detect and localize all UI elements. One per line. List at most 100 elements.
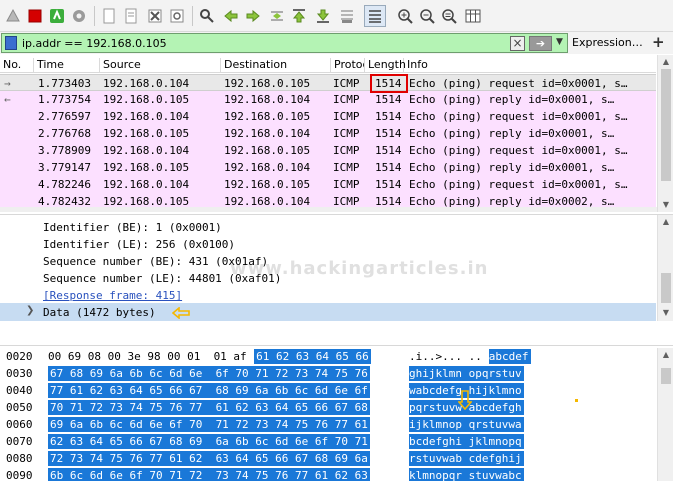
autoscroll-icon[interactable] — [338, 7, 356, 25]
find-icon[interactable] — [198, 7, 216, 25]
hex-bytes-highlighted[interactable]: 61 62 63 64 65 66 — [254, 349, 371, 364]
scrollbar-thumb[interactable] — [661, 273, 671, 303]
ascii-bytes-highlighted[interactable]: abcdef — [488, 349, 531, 364]
packet-row[interactable]: 3.779147 192.168.0.105 192.168.0.104 ICMP 15… — [0, 159, 656, 176]
data-tree-label[interactable]: Data (1472 bytes) — [43, 306, 156, 319]
normal-size-icon[interactable] — [440, 7, 458, 25]
packet-cell-time: 2.776768 — [38, 127, 91, 140]
restart-icon[interactable] — [48, 7, 66, 25]
zoom-in-icon[interactable] — [396, 7, 414, 25]
packet-list-scrollbar[interactable]: ▲ ▼ — [657, 55, 673, 212]
detail-line[interactable]: Sequence number (BE): 431 (0x01af) — [43, 255, 268, 268]
column-header[interactable]: No. — [0, 58, 34, 72]
bookmark-icon[interactable] — [5, 36, 17, 50]
details-scrollbar[interactable]: ▲ ▼ — [657, 215, 673, 321]
last-packet-icon[interactable] — [314, 7, 332, 25]
packet-cell-dst: 192.168.0.104 — [224, 93, 311, 106]
detail-line[interactable]: Identifier (LE): 256 (0x0100) — [43, 238, 235, 251]
hex-bytes-highlighted[interactable]: 62 63 64 65 66 67 68 69 6a 6b 6c 6d 6e 6… — [48, 434, 370, 449]
column-header[interactable]: Time — [34, 58, 100, 72]
hex-bytes[interactable]: 00 69 08 00 3e 98 00 01 01 af — [48, 349, 247, 364]
detail-line[interactable]: Identifier (BE): 1 (0x0001) — [43, 221, 222, 234]
scroll-up-icon[interactable]: ▲ — [660, 350, 672, 359]
forward-icon[interactable] — [244, 7, 262, 25]
scroll-up-icon[interactable]: ▲ — [660, 217, 672, 226]
column-header[interactable]: Info — [404, 58, 656, 72]
column-header[interactable]: Source — [100, 58, 221, 72]
expression-button[interactable]: Expression… — [572, 36, 643, 49]
ascii-bytes-highlighted[interactable]: ijklmnop qrstuvwa — [409, 417, 524, 432]
byte-row[interactable]: 0050 70 71 72 73 74 75 76 77 61 62 63 64 … — [0, 400, 656, 415]
response-frame-link[interactable]: [Response frame: 415] — [43, 289, 182, 302]
scroll-up-icon[interactable]: ▲ — [660, 57, 672, 66]
packet-cell-info: Echo (ping) reply id=0x0001, s… — [409, 161, 615, 174]
scrollbar-thumb[interactable] — [661, 368, 671, 384]
save-icon[interactable] — [122, 7, 140, 25]
byte-row[interactable]: 0090 6b 6c 6d 6e 6f 70 71 72 73 74 75 76 … — [0, 468, 656, 481]
byte-offset: 0090 — [6, 469, 33, 481]
apply-filter-icon[interactable]: ➔ — [529, 36, 552, 51]
filter-text[interactable]: ip.addr == 192.168.0.105 — [22, 37, 167, 50]
byte-row[interactable]: 0040 77 61 62 63 64 65 66 67 68 69 6a 6b … — [0, 383, 656, 398]
column-header[interactable]: Destination — [221, 58, 331, 72]
hex-bytes-highlighted[interactable]: 70 71 72 73 74 75 76 77 61 62 63 64 65 6… — [48, 400, 370, 415]
colorize-icon[interactable] — [364, 5, 386, 27]
add-filter-button[interactable]: + — [652, 33, 665, 51]
zoom-out-icon[interactable] — [418, 7, 436, 25]
hex-bytes-highlighted[interactable]: 72 73 74 75 76 77 61 62 63 64 65 66 67 6… — [48, 451, 370, 466]
hex-bytes-highlighted[interactable]: 67 68 69 6a 6b 6c 6d 6e 6f 70 71 72 73 7… — [48, 366, 370, 381]
ascii-bytes-highlighted[interactable]: rstuvwab cdefghij — [409, 451, 524, 466]
scroll-down-icon[interactable]: ▼ — [660, 200, 672, 209]
open-file-icon[interactable] — [100, 7, 118, 25]
hex-bytes-highlighted[interactable]: 6b 6c 6d 6e 6f 70 71 72 73 74 75 76 77 6… — [48, 468, 370, 481]
back-icon[interactable] — [222, 7, 240, 25]
packet-cell-info: Echo (ping) request id=0x0001, s… — [409, 178, 628, 191]
byte-row[interactable]: 0070 62 63 64 65 66 67 68 69 6a 6b 6c 6d … — [0, 434, 656, 449]
chevron-right-icon[interactable]: ❯ — [26, 305, 34, 316]
reply-arrow-icon: ← — [4, 93, 11, 106]
display-filter-input[interactable]: ip.addr == 192.168.0.105 × ➔ ▼ — [1, 33, 568, 53]
clear-filter-icon[interactable]: × — [510, 36, 525, 51]
packet-cell-proto: ICMP — [333, 161, 360, 174]
main-toolbar — [0, 0, 673, 32]
packet-cell-proto: ICMP — [333, 77, 360, 90]
packet-row[interactable]: 2.776597 192.168.0.104 192.168.0.105 ICMP 15… — [0, 108, 656, 125]
packet-cell-time: 1.773403 — [38, 77, 91, 90]
shark-fin-icon[interactable] — [4, 7, 22, 25]
bytes-scrollbar[interactable]: ▲ — [657, 348, 673, 481]
byte-offset: 0040 — [6, 384, 33, 397]
first-packet-icon[interactable] — [290, 7, 308, 25]
options-icon[interactable] — [70, 7, 88, 25]
packet-list-hscrollbar[interactable] — [0, 207, 657, 212]
resize-columns-icon[interactable] — [464, 7, 482, 25]
hex-bytes-highlighted[interactable]: 69 6a 6b 6c 6d 6e 6f 70 71 72 73 74 75 7… — [48, 417, 370, 432]
hex-bytes-highlighted[interactable]: 77 61 62 63 64 65 66 67 68 69 6a 6b 6c 6… — [48, 383, 370, 398]
ascii-bytes-highlighted[interactable]: klmnopqr stuvwabc — [409, 468, 524, 481]
packet-row[interactable]: 3.778909 192.168.0.104 192.168.0.105 ICMP 15… — [0, 142, 656, 159]
ascii-bytes-highlighted[interactable]: ghijklmn opqrstuv — [409, 366, 524, 381]
close-file-icon[interactable] — [146, 7, 164, 25]
packet-cell-src: 192.168.0.105 — [103, 161, 190, 174]
scrollbar-thumb[interactable] — [661, 69, 671, 181]
byte-row[interactable]: 0080 72 73 74 75 76 77 61 62 63 64 65 66 … — [0, 451, 656, 466]
column-header[interactable]: Protoc — [331, 58, 365, 72]
packet-cell-dst: 192.168.0.105 — [224, 144, 311, 157]
detail-line[interactable]: Sequence number (LE): 44801 (0xaf01) — [43, 272, 281, 285]
packet-row-selected[interactable]: → 1.773403 192.168.0.104 192.168.0.105 ICMP 1… — [0, 74, 656, 91]
byte-row[interactable]: 0020 00 69 08 00 3e 98 00 01 01 af 61 62 6… — [0, 349, 656, 364]
go-to-packet-icon[interactable] — [268, 7, 286, 25]
packet-row[interactable]: 2.776768 192.168.0.105 192.168.0.104 ICMP 15… — [0, 125, 656, 142]
chevron-down-icon[interactable]: ▼ — [556, 37, 563, 47]
packet-cell-time: 3.778909 — [38, 144, 91, 157]
ascii-bytes[interactable]: .i..>... .. — [409, 349, 482, 364]
packet-row[interactable]: ← 1.773754 192.168.0.105 192.168.0.104 ICMP 1… — [0, 91, 656, 108]
packet-row[interactable]: 4.782246 192.168.0.104 192.168.0.105 ICMP 15… — [0, 176, 656, 193]
stop-icon[interactable] — [26, 7, 44, 25]
byte-row[interactable]: 0060 69 6a 6b 6c 6d 6e 6f 70 71 72 73 74 … — [0, 417, 656, 432]
ascii-bytes-highlighted[interactable]: bcdefghi jklmnopq — [409, 434, 524, 449]
byte-row[interactable]: 0030 67 68 69 6a 6b 6c 6d 6e 6f 70 71 72 … — [0, 366, 656, 381]
packet-cell-info: Echo (ping) request id=0x0001, s… — [409, 110, 628, 123]
scroll-down-icon[interactable]: ▼ — [660, 308, 672, 317]
reload-icon[interactable] — [168, 7, 186, 25]
column-header[interactable]: Length — [365, 58, 406, 72]
